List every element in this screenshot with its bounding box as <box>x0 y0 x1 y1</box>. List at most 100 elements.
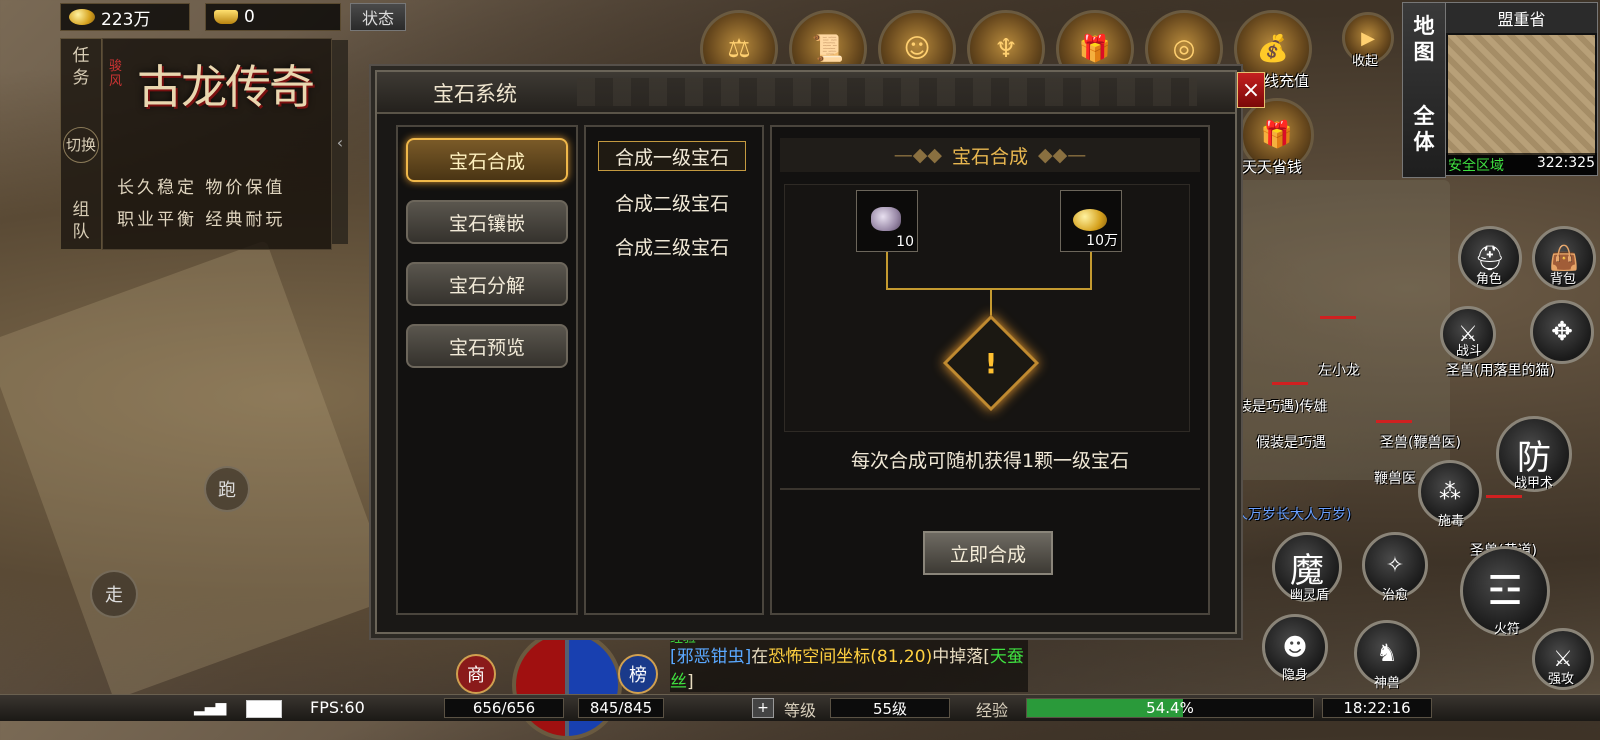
dialog-title: 宝石系统 <box>433 82 517 106</box>
talisman-label: 火符 <box>1494 622 1521 637</box>
strong-attack-label: 强攻 <box>1548 672 1575 687</box>
run-button[interactable]: 跑 <box>204 466 250 512</box>
name-tag: 左小龙 <box>1318 363 1360 379</box>
chat-text: 中掉落[ <box>932 647 990 667</box>
dialog-titlebar: 宝石系统 <box>377 72 1235 114</box>
gold-slot[interactable]: 10万 <box>1060 190 1122 252</box>
map-tab[interactable]: 地图 <box>1403 13 1445 65</box>
nav-gem-synthesis[interactable]: 宝石合成 <box>406 138 568 182</box>
chat-text: 在 <box>751 647 769 667</box>
divine-beast-label: 神兽 <box>1374 676 1401 691</box>
name-tag: 假装是巧遇 <box>1256 435 1326 451</box>
connector-line <box>1090 252 1092 290</box>
backpack-label: 背包 <box>1550 272 1577 287</box>
connector-line <box>886 252 888 290</box>
tab-team-label: 组队 <box>72 200 90 242</box>
tab-quest-label: 任务 <box>72 46 90 88</box>
section-header: —◆◆ 宝石合成 ◆◆— <box>780 138 1200 172</box>
minimap-side-tabs: 地图 全体 <box>1402 2 1446 178</box>
quest-side-tabs: 任务 切换 组队 <box>60 38 102 250</box>
ingot-counter: 0 <box>205 3 341 31</box>
synthesis-description: 每次合成可随机获得1颗一级宝石 <box>850 450 1130 472</box>
tab-switch[interactable]: 切换 <box>63 127 99 163</box>
mp-readout: 845/845 <box>578 698 664 718</box>
gold-qty: 10万 <box>1086 233 1118 249</box>
heal-label: 治愈 <box>1382 588 1409 603</box>
chat-text: ] <box>687 672 694 692</box>
gold-ingot-icon <box>214 10 238 24</box>
status-button[interactable]: 状态 <box>350 3 406 31</box>
name-tag: 圣兽(用落里的猫) <box>1446 363 1555 379</box>
minimap-footer: 安全区域 322:325 <box>1446 153 1597 175</box>
player-coords: 322:325 <box>1536 155 1595 171</box>
terrain-rock <box>0 240 396 700</box>
zone-label: 安全区域 <box>1448 158 1504 174</box>
minimap[interactable]: 盟重省 安全区域 322:325 <box>1445 2 1598 176</box>
daily-gift-label: 天天省钱 <box>1242 158 1303 176</box>
game-logo: 古龙传奇 <box>137 60 315 114</box>
material-slot[interactable]: 10 <box>856 190 918 252</box>
battle-label: 战斗 <box>1456 344 1483 359</box>
walk-button[interactable]: 走 <box>90 570 138 618</box>
recharge-label: 线充值 <box>1264 72 1310 90</box>
ranking-button[interactable]: 榜 <box>618 654 658 694</box>
fps-readout: FPS:60 <box>310 698 365 717</box>
all-tab[interactable]: 全体 <box>1403 103 1445 155</box>
panel-collapse-arrow[interactable]: ‹ <box>332 40 348 244</box>
name-tag: 圣兽(鞭兽医) <box>1380 435 1461 451</box>
material-qty: 10 <box>896 234 914 250</box>
level-readout: 55级 <box>830 698 950 718</box>
battery-icon <box>246 700 282 718</box>
exclamation-icon: ! <box>984 346 998 380</box>
crystal-ore-icon <box>871 207 901 231</box>
gold-coins-icon <box>1073 209 1107 231</box>
name-tag: 人万岁长大人万岁) <box>1234 507 1352 523</box>
chat-coords: 坐标(81,20) <box>836 647 933 667</box>
section-title: 宝石合成 <box>951 145 1028 168</box>
name-tag: 装是巧遇)传雄 <box>1238 399 1328 415</box>
ingot-amount: 0 <box>244 7 255 27</box>
signal-icon: ▂▄▆ <box>194 700 227 716</box>
close-button[interactable]: × <box>1237 72 1265 108</box>
plus-icon[interactable]: + <box>752 698 774 718</box>
hp-bar <box>1486 495 1522 498</box>
diamond-ornament-icon: —◆◆ <box>893 144 942 166</box>
hp-bar <box>1272 382 1308 385</box>
slogan-line-1: 长久稳定 物价保值 <box>117 178 286 198</box>
nav-gem-decompose[interactable]: 宝石分解 <box>406 262 568 306</box>
sublist-item[interactable]: 合成一级宝石 <box>598 141 746 171</box>
sublist-item[interactable]: 合成三级宝石 <box>598 231 746 261</box>
chat-monster: [邪恶钳虫] <box>670 647 752 667</box>
clock-readout: 18:22:16 <box>1322 698 1432 718</box>
gold-amount: 223万 <box>101 9 151 30</box>
nav-pane <box>396 125 578 615</box>
hp-bar <box>1320 316 1356 319</box>
exp-label: 经验 <box>976 701 1009 720</box>
ghost-shield-label: 幽灵盾 <box>1290 588 1330 603</box>
collapse-label: 收起 <box>1352 54 1379 69</box>
gold-counter: 223万 <box>60 3 190 31</box>
tab-team[interactable]: 组队 <box>61 199 101 243</box>
hp-readout: 656/656 <box>444 698 564 718</box>
tab-quest[interactable]: 任务 <box>61 45 101 89</box>
system-chat: 经验 [邪恶钳虫]在恐怖空间坐标(81,20)中掉落[天蚕丝] <box>670 632 1028 692</box>
minimap-view[interactable] <box>1448 35 1595 155</box>
name-tag: 鞭兽医 <box>1374 471 1416 487</box>
gold-coins-icon <box>69 9 95 25</box>
chat-place: 恐怖空间 <box>768 647 837 667</box>
synthesize-button[interactable]: 立即合成 <box>923 531 1053 575</box>
armor-spell-label: 战甲术 <box>1514 476 1554 491</box>
diamond-ornament-icon: ◆◆— <box>1038 144 1087 166</box>
minimap-title: 盟重省 <box>1446 3 1597 33</box>
game-banner: 骏风 古龙传奇 长久稳定 物价保值 职业平衡 经典耐玩 <box>102 38 332 250</box>
title-ornament <box>577 78 1197 106</box>
sublist-item[interactable]: 合成二级宝石 <box>598 187 746 217</box>
nav-gem-inlay[interactable]: 宝石镶嵌 <box>406 200 568 244</box>
poison-label: 施毒 <box>1438 514 1465 529</box>
character-label: 角色 <box>1476 272 1503 287</box>
shop-button[interactable]: 商 <box>456 654 496 694</box>
map-tab-label: 地图 <box>1413 14 1435 64</box>
nav-gem-preview[interactable]: 宝石预览 <box>406 324 568 368</box>
hp-bar <box>1376 420 1412 423</box>
move-cross-icon[interactable]: ✥ <box>1530 300 1594 364</box>
